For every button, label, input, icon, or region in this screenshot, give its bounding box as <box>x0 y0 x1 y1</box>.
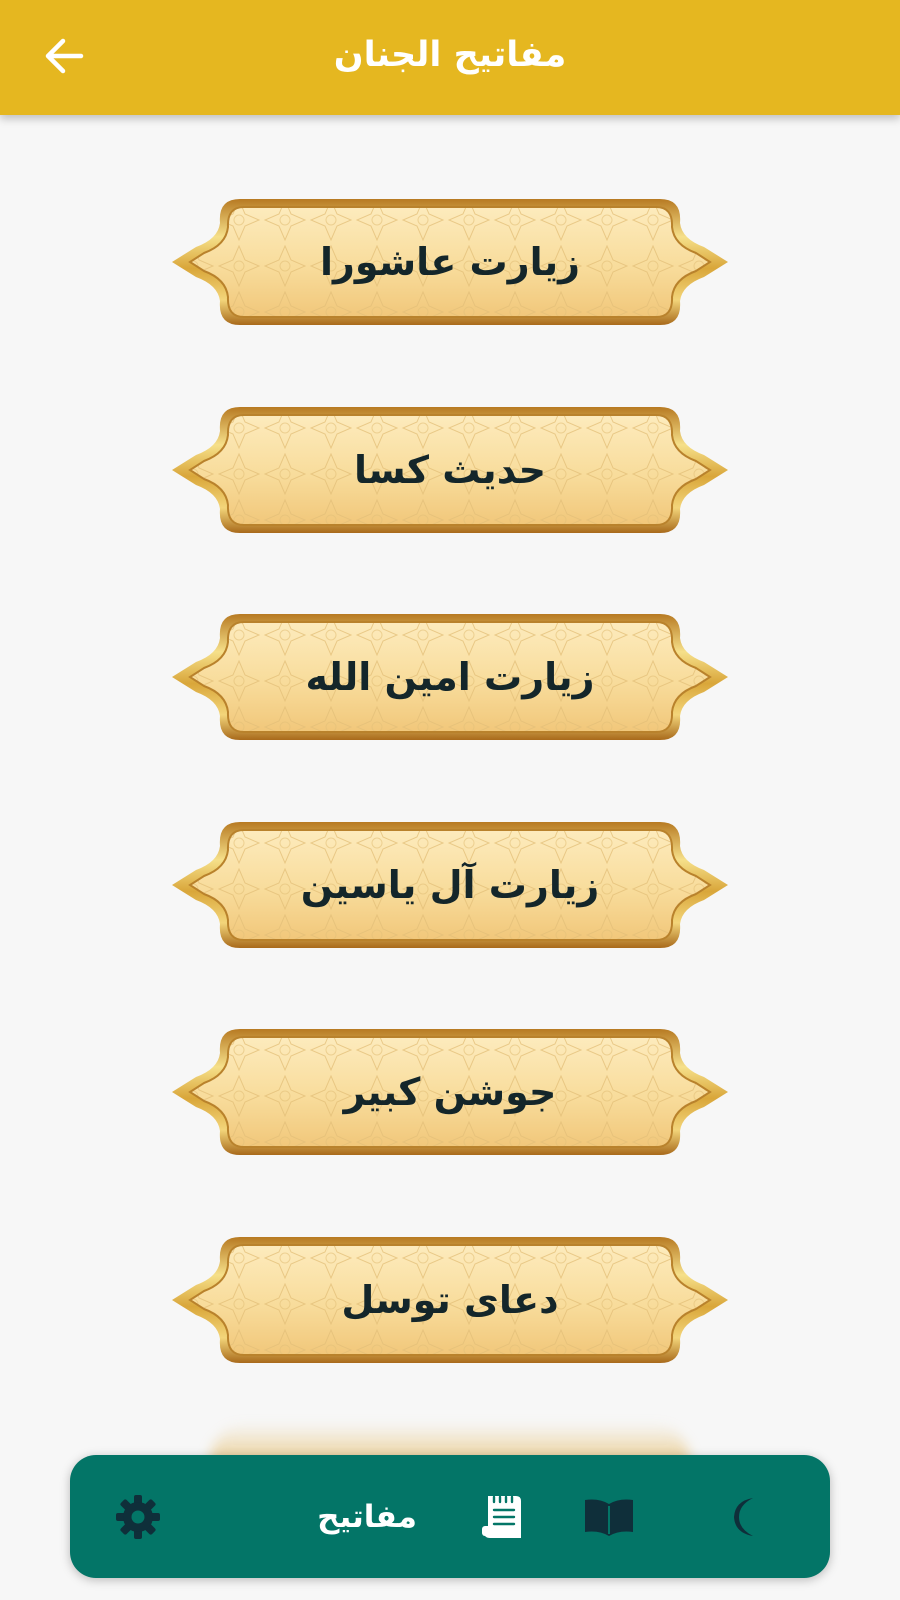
menu-item-ziarat-ashura[interactable]: زیارت عاشورا <box>170 197 730 327</box>
menu-item-label: دعای توسل <box>341 1278 559 1322</box>
menu-item-joshan-kabir[interactable]: جوشن کبیر <box>170 1027 730 1157</box>
menu-item-label: حدیث کسا <box>353 448 547 492</box>
nav-mafatih-label: مفاتیح <box>317 1498 417 1535</box>
menu-item-label: زیارت عاشورا <box>319 240 581 284</box>
document-icon <box>481 1495 521 1538</box>
app-title: مفاتیح الجنان <box>333 35 567 75</box>
menu-item-doa-tavasol[interactable]: دعای توسل <box>170 1235 730 1365</box>
open-book-icon <box>585 1499 633 1536</box>
menu-item-label: زیارت امین الله <box>305 655 595 699</box>
menu-item-ziarat-amin-allah[interactable]: زیارت امین الله <box>170 612 730 742</box>
app-bar: مفاتیح الجنان <box>0 0 900 115</box>
nav-night-mode-button[interactable] <box>700 1455 790 1578</box>
nav-book-button[interactable] <box>564 1455 654 1578</box>
crescent-moon-icon <box>734 1497 753 1536</box>
nav-mafatih-tab[interactable]: مفاتیح <box>282 1455 562 1578</box>
menu-item-ziarat-al-yasin[interactable]: زیارت آل یاسین <box>170 820 730 950</box>
gear-icon <box>116 1494 160 1539</box>
back-button[interactable] <box>36 28 92 84</box>
menu-item-label: زیارت آل یاسین <box>300 863 600 907</box>
nav-settings-button[interactable] <box>90 1455 186 1578</box>
prayer-list[interactable]: زیارت عاشورا حدیث کسا زیارت امین الله زی… <box>0 115 900 1600</box>
bottom-navigation-bar: مفاتیح <box>70 1455 830 1578</box>
arrow-left-icon <box>45 38 84 74</box>
menu-item-label: جوشن کبیر <box>343 1070 557 1114</box>
menu-item-hadith-kisa[interactable]: حدیث کسا <box>170 405 730 535</box>
